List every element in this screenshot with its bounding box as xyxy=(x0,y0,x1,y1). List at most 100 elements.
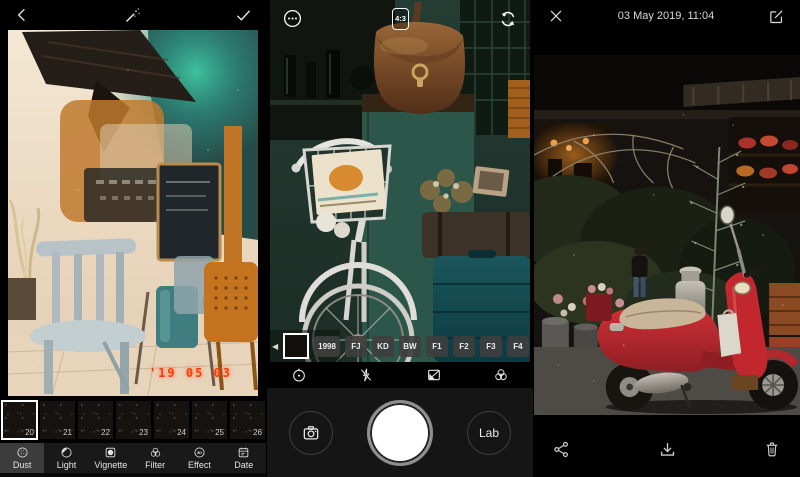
tab-label: Light xyxy=(57,460,77,470)
viewer-topbar: 03 May 2019, 11:04 xyxy=(534,0,799,32)
delete-button[interactable] xyxy=(761,438,783,460)
tab-vignette[interactable]: Vignette xyxy=(89,443,133,473)
ellipsis-circle-icon xyxy=(282,8,303,29)
filter-chip[interactable]: F2 xyxy=(453,336,475,357)
camera-topbar: 4:3 xyxy=(270,6,530,31)
confirm-button[interactable] xyxy=(233,5,254,26)
filter-chip-row: ◀ 1998 FJ KD BW F1 F2 F3 F4 xyxy=(272,333,530,359)
dust-texture-strip: 20 21 22 23 24 25 26 xyxy=(0,396,266,443)
tab-date[interactable]: Date xyxy=(222,443,266,473)
photo-timestamp: 03 May 2019, 11:04 xyxy=(618,10,714,22)
dust-thumbnail[interactable]: 23 xyxy=(116,401,151,439)
filter-chip[interactable]: F4 xyxy=(507,336,529,357)
tab-label: Dust xyxy=(13,460,32,470)
flip-camera-icon xyxy=(498,9,518,29)
edit-photo-button[interactable] xyxy=(766,6,787,27)
tab-effect[interactable]: 3D Effect xyxy=(177,443,221,473)
dust-thumbnail[interactable]: 22 xyxy=(78,401,113,439)
aspect-ratio-label: 4:3 xyxy=(395,14,406,23)
tab-label: Effect xyxy=(188,460,211,470)
viewer-photo[interactable] xyxy=(534,55,800,415)
dust-thumbnail[interactable]: 21 xyxy=(40,401,75,439)
scooter-photo xyxy=(534,55,800,415)
dust-thumbnail[interactable]: 26 xyxy=(230,401,265,439)
aspect-ratio-button[interactable]: 4:3 xyxy=(392,8,409,30)
thumbnail-number: 25 xyxy=(215,428,224,437)
chevron-left-icon xyxy=(14,7,30,23)
shutter-button[interactable] xyxy=(367,400,433,466)
camera-panel: 4:3 ◀ 1998 FJ KD BW F1 xyxy=(266,0,533,477)
close-button[interactable] xyxy=(546,6,566,26)
share-icon xyxy=(552,440,571,459)
dust-icon xyxy=(16,446,29,459)
dust-thumbnail[interactable]: 20 xyxy=(2,401,37,439)
camera-viewfinder-photo xyxy=(270,0,530,362)
selected-filter-thumbnail[interactable] xyxy=(283,333,309,359)
flip-camera-button[interactable] xyxy=(496,7,520,31)
filter-chip[interactable]: BW xyxy=(399,336,421,357)
tab-label: Date xyxy=(234,460,253,470)
thumbnail-number: 20 xyxy=(25,428,34,437)
date-calendar-icon xyxy=(237,446,250,459)
viewer-panel: 03 May 2019, 11:04 xyxy=(533,0,799,477)
filter-chip[interactable]: F1 xyxy=(426,336,448,357)
edit-compose-icon xyxy=(768,8,785,25)
effect-3d-icon: 3D xyxy=(193,446,206,459)
filter-chip[interactable]: FJ xyxy=(345,336,367,357)
camera-viewfinder[interactable]: 4:3 ◀ 1998 FJ KD BW F1 xyxy=(270,0,530,362)
thumbnail-number: 26 xyxy=(253,428,262,437)
filter-chip[interactable]: 1998 xyxy=(314,336,340,357)
tab-light[interactable]: Light xyxy=(44,443,88,473)
enhance-button[interactable] xyxy=(122,4,144,26)
tab-filter[interactable]: Filter xyxy=(133,443,177,473)
light-leak-icon xyxy=(60,446,73,459)
lab-label: Lab xyxy=(479,426,499,440)
self-timer-icon xyxy=(291,367,307,383)
bottom-strip xyxy=(0,473,266,477)
color-filter-button[interactable] xyxy=(491,365,511,385)
camera-controls: Lab xyxy=(267,388,533,477)
editor-panel: '19 05 03 20 21 22 23 24 25 26 Dust xyxy=(0,0,266,477)
tab-label: Vignette xyxy=(94,460,127,470)
close-icon xyxy=(548,8,564,24)
editor-topbar xyxy=(0,0,266,30)
filter-chip[interactable]: KD xyxy=(372,336,394,357)
camera-mode-row xyxy=(267,362,533,388)
viewer-actions xyxy=(534,415,799,477)
chip-scroll-left-icon[interactable]: ◀ xyxy=(272,342,278,351)
lab-button[interactable]: Lab xyxy=(467,411,511,455)
color-filters-icon xyxy=(493,367,509,383)
app-screen: '19 05 03 20 21 22 23 24 25 26 Dust xyxy=(0,0,800,477)
frame-off-button[interactable] xyxy=(424,365,444,385)
flash-off-button[interactable] xyxy=(356,365,376,385)
tab-label: Filter xyxy=(145,460,165,470)
thumbnail-number: 22 xyxy=(101,428,110,437)
magic-wand-icon xyxy=(124,6,142,24)
frame-off-icon xyxy=(426,367,442,383)
flash-off-icon xyxy=(358,367,374,383)
download-icon xyxy=(658,440,677,459)
more-options-button[interactable] xyxy=(280,6,305,31)
editor-photo-preview: '19 05 03 xyxy=(8,30,258,396)
vignette-icon xyxy=(104,446,117,459)
editor-tabbar: Dust Light Vignette xyxy=(0,443,266,473)
dust-thumbnail[interactable]: 25 xyxy=(192,401,227,439)
share-button[interactable] xyxy=(550,438,573,461)
svg-text:3D: 3D xyxy=(197,450,202,455)
tab-dust[interactable]: Dust xyxy=(0,443,44,473)
thumbnail-number: 24 xyxy=(177,428,186,437)
filter-chip[interactable]: F3 xyxy=(480,336,502,357)
thumbnail-number: 21 xyxy=(63,428,72,437)
dust-thumbnail[interactable]: 24 xyxy=(154,401,189,439)
checkmark-icon xyxy=(235,7,252,24)
trash-icon xyxy=(763,440,781,458)
filter-circles-icon xyxy=(149,446,162,459)
save-download-button[interactable] xyxy=(656,438,679,461)
thumbnail-number: 23 xyxy=(139,428,148,437)
gallery-button[interactable] xyxy=(289,411,333,455)
photo-gallery-icon xyxy=(301,423,321,443)
back-button[interactable] xyxy=(12,5,32,25)
cafe-photo xyxy=(8,30,258,396)
timer-button[interactable] xyxy=(289,365,309,385)
photo-date-stamp: '19 05 03 xyxy=(149,366,232,380)
